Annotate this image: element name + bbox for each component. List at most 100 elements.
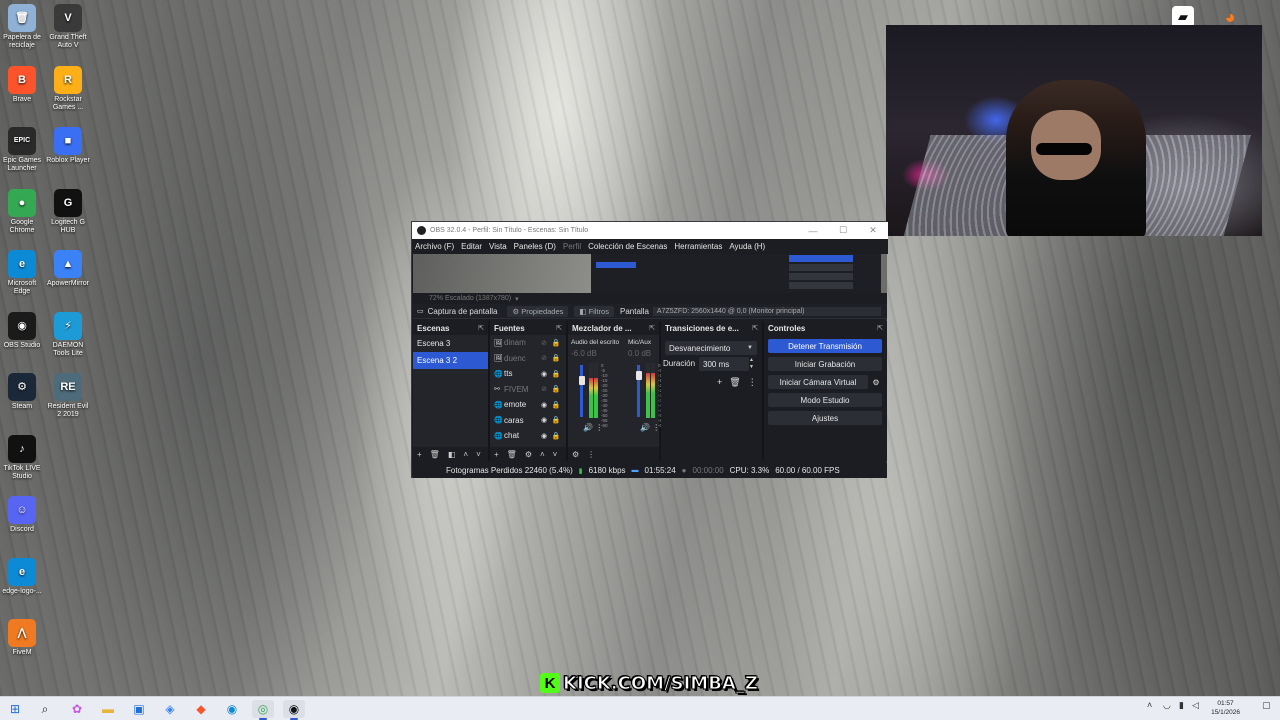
menu-editar[interactable]: Editar	[461, 242, 482, 251]
add-scene-icon[interactable]: +	[417, 450, 422, 459]
lock-icon[interactable]: 🔒	[550, 370, 562, 378]
maximize-icon[interactable]: ☐	[828, 222, 858, 239]
speaker-icon[interactable]: 🔊	[583, 423, 595, 432]
dock-float-icon[interactable]: ⇱	[649, 324, 655, 332]
filters-button[interactable]: ◧ Filtros	[574, 305, 614, 317]
source-item[interactable]: 🖼 dinam ⊘ 🔒	[490, 335, 566, 351]
source-properties-icon[interactable]: ⚙	[525, 450, 532, 459]
volume-slider-handle[interactable]	[578, 376, 585, 386]
taskbar-clock[interactable]: 01:57 15/1/2026	[1211, 699, 1240, 717]
desktop-icon[interactable]: ⚙ Steam	[0, 373, 44, 411]
desktop-icon[interactable]: R Rockstar Games ...	[46, 65, 90, 112]
search-icon[interactable]: ⌕	[34, 700, 56, 718]
scale-dropdown-icon[interactable]: ▾	[515, 295, 519, 303]
desktop-icon[interactable]: B Brave	[0, 65, 44, 104]
menu-coleccion-escenas[interactable]: Colección de Escenas	[588, 242, 667, 251]
menu-archivo[interactable]: Archivo (F)	[415, 242, 454, 251]
channel-menu-icon[interactable]: ⋮	[652, 423, 660, 432]
store-icon[interactable]: ▣	[128, 700, 150, 718]
lock-icon[interactable]: 🔒	[550, 401, 562, 409]
dock-float-icon[interactable]: ⇱	[877, 324, 883, 332]
lock-icon[interactable]: 🔒	[550, 354, 562, 362]
eye-icon[interactable]: ◉	[538, 432, 550, 440]
source-item[interactable]: 🌐 emote ◉ 🔒	[490, 397, 566, 413]
lock-icon[interactable]: 🔒	[550, 339, 562, 347]
scene-filter-icon[interactable]: ◧	[448, 450, 456, 459]
edge-taskbar-icon[interactable]: ◉	[221, 700, 243, 718]
desktop-icon[interactable]: ▲ ApowerMirror	[46, 250, 90, 288]
desktop-icon[interactable]: EPIC Epic Games Launcher	[0, 127, 44, 173]
apowermirror-taskbar-icon[interactable]: ◈	[159, 700, 181, 718]
remove-transition-icon[interactable]: 🗑	[729, 377, 740, 388]
source-item[interactable]: ⚯ FIVEM ⊘ 🔒	[490, 382, 566, 398]
move-down-icon[interactable]: ˅	[476, 450, 481, 459]
chrome-taskbar-icon[interactable]: ◎	[252, 700, 274, 720]
transition-menu-icon[interactable]: ⋮	[748, 377, 757, 388]
desktop-icon[interactable]: ☺ Discord	[0, 496, 44, 534]
network-icon[interactable]: ◡	[1163, 700, 1171, 711]
add-source-icon[interactable]: +	[494, 450, 499, 459]
battery-icon[interactable]: ▮	[1179, 700, 1184, 711]
properties-button[interactable]: ⚙ Propiedades	[507, 305, 569, 317]
scene-item[interactable]: Escena 3	[413, 335, 488, 352]
source-item[interactable]: 🌐 caras ◉ 🔒	[490, 413, 566, 429]
notification-icon[interactable]: ▢	[1262, 700, 1271, 711]
close-icon[interactable]: ✕	[858, 222, 888, 239]
dock-float-icon[interactable]: ⇱	[556, 324, 562, 332]
source-item[interactable]: 🖼 duenc ⊘ 🔒	[490, 351, 566, 367]
mixer-settings-icon[interactable]: ⚙	[572, 450, 579, 459]
copilot-icon[interactable]: ✿	[66, 700, 88, 718]
duration-input[interactable]: 300 ms	[699, 357, 749, 371]
scene-item-active[interactable]: Escena 3 2	[413, 352, 488, 369]
virtual-camera-settings-icon[interactable]: ⚙	[870, 375, 882, 389]
desktop-icon[interactable]: ■ Roblox Player	[46, 127, 90, 165]
eye-icon[interactable]: ◉	[538, 416, 550, 424]
lock-icon[interactable]: 🔒	[550, 385, 562, 393]
mixer-more-icon[interactable]: ⋮	[587, 450, 595, 459]
desktop-icon[interactable]: RE Resident Evil 2 2019	[46, 373, 90, 419]
remove-source-icon[interactable]: 🗑	[507, 450, 517, 459]
start-recording-button[interactable]: Iniciar Grabación	[768, 357, 882, 371]
brave-taskbar-icon[interactable]: ◆	[190, 700, 212, 718]
lock-icon[interactable]: 🔒	[550, 432, 562, 440]
desktop-icon[interactable]: ● Google Chrome	[0, 188, 44, 235]
desktop-icon[interactable]: 🗑 Papelera de reciclaje	[0, 4, 44, 50]
remove-scene-icon[interactable]: 🗑	[430, 450, 440, 459]
duration-spinner[interactable]: ▲ ▼	[749, 357, 757, 371]
obs-window[interactable]: OBS 32.0.4 - Perfil: Sin Título - Escena…	[411, 221, 888, 478]
volume-slider[interactable]	[580, 365, 583, 417]
desktop-icon[interactable]: ⚡ DAEMON Tools Lite	[46, 311, 90, 358]
menu-vista[interactable]: Vista	[489, 242, 507, 251]
desktop-icon[interactable]: ♪ TikTok LIVE Studio	[0, 434, 44, 481]
volume-slider-handle[interactable]	[635, 371, 642, 380]
obs-title-bar[interactable]: OBS 32.0.4 - Perfil: Sin Título - Escena…	[412, 222, 888, 239]
eye-hidden-icon[interactable]: ⊘	[538, 339, 550, 347]
settings-button[interactable]: Ajustes	[768, 411, 882, 425]
tray-chevron-icon[interactable]: ˄	[1147, 700, 1152, 710]
desktop-icon[interactable]: V Grand Theft Auto V	[46, 4, 90, 50]
move-up-icon[interactable]: ˄	[463, 450, 468, 459]
desktop-icon[interactable]: ◉ OBS Studio	[0, 311, 44, 350]
start-virtual-camera-button[interactable]: Iniciar Cámara Virtual	[768, 375, 868, 389]
speaker-icon[interactable]: 🔊	[640, 423, 652, 432]
eye-hidden-icon[interactable]: ⊘	[538, 385, 550, 393]
desktop-icon[interactable]: ⋀ FiveM	[0, 619, 44, 657]
menu-herramientas[interactable]: Herramientas	[674, 242, 722, 251]
dock-float-icon[interactable]: ⇱	[752, 324, 758, 332]
display-select[interactable]: A7Z5ZFD: 2560x1440 @ 0,0 (Monitor princi…	[652, 306, 881, 316]
menu-paneles[interactable]: Paneles (D)	[514, 242, 556, 251]
lock-icon[interactable]: 🔒	[550, 416, 562, 424]
eye-icon[interactable]: ◉	[538, 370, 550, 378]
eye-hidden-icon[interactable]: ⊘	[538, 354, 550, 362]
add-transition-icon[interactable]: +	[717, 377, 722, 388]
start-icon[interactable]: ⊞	[4, 700, 26, 718]
dock-float-icon[interactable]: ⇱	[478, 324, 484, 332]
file-explorer-icon[interactable]: ▬	[97, 700, 119, 718]
obs-taskbar-icon[interactable]: ◉	[283, 700, 305, 720]
obs-preview[interactable]	[413, 254, 887, 293]
menu-perfil[interactable]: Perfil	[563, 242, 581, 251]
minimize-icon[interactable]: —	[798, 222, 828, 239]
source-item[interactable]: 🌐 chat ◉ 🔒	[490, 428, 566, 444]
volume-icon[interactable]: ◁	[1192, 700, 1199, 711]
transition-select[interactable]: Desvanecimiento ▼	[665, 341, 757, 355]
